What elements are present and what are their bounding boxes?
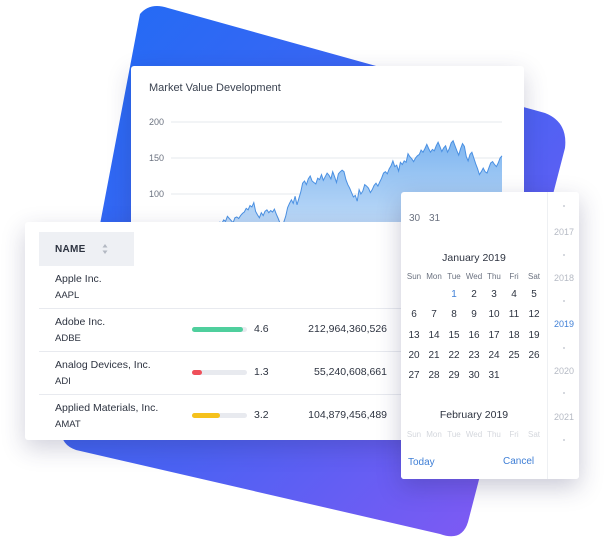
name-column-label: NAME [55,244,86,255]
calendar-day[interactable]: 13 [404,330,424,341]
calendar-day[interactable]: 31 [484,370,504,381]
calendar-day[interactable]: 7 [424,309,444,320]
weekday-label: Tue [447,272,461,281]
calendar-day[interactable]: 15 [444,330,464,341]
y-tick-label: 200 [149,117,164,127]
calendar-day[interactable]: 1 [444,289,464,300]
ticker-symbol: AAPL [55,290,80,301]
score-bar [192,370,247,375]
cancel-button[interactable]: Cancel [503,456,534,467]
weekday-label: Sun [406,272,422,281]
calendar-day[interactable]: 26 [524,350,544,361]
name-column-header[interactable]: NAME [39,232,134,266]
calendar-day[interactable]: 27 [404,370,424,381]
score-value: 4.6 [254,323,269,335]
company-name: Analog Devices, Inc. [55,359,151,371]
calendar-day[interactable]: 10 [484,309,504,320]
year-separator-dot [563,300,565,302]
calendar-day[interactable]: 6 [404,309,424,320]
date-picker: 30 31 January 2019 February 2019 Today C… [401,192,579,479]
year-option[interactable]: 2021 [548,412,579,422]
year-picker-column[interactable]: 2017 2018 2019 2020 2021 [547,192,579,479]
year-separator-dot [563,254,565,256]
year-separator-dot [563,392,565,394]
score-bar [192,327,247,332]
ticker-symbol: ADBE [55,333,81,344]
y-tick-label: 100 [149,189,164,199]
year-separator-dot [563,347,565,349]
calendar-day[interactable]: 16 [464,330,484,341]
weekday-label: Mon [426,272,442,281]
calendar-day[interactable]: 17 [484,330,504,341]
calendar-months: 30 31 January 2019 February 2019 Today C… [401,192,547,479]
calendar-day[interactable]: 29 [444,370,464,381]
weekday-label: Sat [527,272,540,281]
table-row[interactable]: Applied Materials, Inc. AMAT 3.2 104,879,45… [25,395,420,438]
stocks-table: NAME Apple Inc. AAPL Adobe Inc. ADBE 4.6 212,… [25,222,420,440]
ticker-symbol: ADI [55,376,71,387]
weekday-label: Mon [426,430,442,439]
calendar-day[interactable]: 14 [424,330,444,341]
calendar-day[interactable]: 2 [464,289,484,300]
calendar-day[interactable]: 5 [524,289,544,300]
calendar-day[interactable]: 25 [504,350,524,361]
calendar-day[interactable]: 28 [424,370,444,381]
score-bar-fill [192,327,243,332]
company-name: Applied Materials, Inc. [55,402,159,414]
calendar-day[interactable]: 19 [524,330,544,341]
table-row[interactable]: Analog Devices, Inc. ADI 1.3 55,240,608,661 [25,352,420,395]
weekday-label: Thu [487,430,501,439]
calendar-day[interactable]: 4 [504,289,524,300]
calendar-day[interactable]: 8 [444,309,464,320]
year-separator-dot [563,205,565,207]
weekday-label: Tue [447,430,461,439]
date-picker-footer: Today Cancel [401,449,547,479]
score-value: 1.3 [254,366,269,378]
calendar-day[interactable]: 30 [409,213,420,224]
weekday-label: Fri [509,272,519,281]
market-value: 104,879,456,489 [308,409,387,421]
weekday-label: Wed [465,430,483,439]
y-tick-label: 150 [149,153,164,163]
year-option[interactable]: 2019 [548,319,579,329]
ticker-symbol: AMAT [55,419,81,430]
calendar-day[interactable]: 22 [444,350,464,361]
calendar-day[interactable]: 20 [404,350,424,361]
score-bar-fill [192,413,220,418]
weekday-label: Wed [465,272,483,281]
year-separator-dot [563,439,565,441]
weekday-label: Fri [509,430,519,439]
table-row[interactable]: Apple Inc. AAPL [25,266,420,309]
company-name: Adobe Inc. [55,316,106,328]
market-value: 212,964,360,526 [308,323,387,335]
calendar-day[interactable]: 11 [504,309,524,320]
weekday-label: Sat [527,430,540,439]
calendar-day[interactable]: 21 [424,350,444,361]
weekday-label: Sun [406,430,422,439]
score-value: 3.2 [254,409,269,421]
score-bar [192,413,247,418]
calendar-day[interactable]: 9 [464,309,484,320]
company-name: Apple Inc. [55,273,102,285]
month-title-february: February 2019 [439,409,509,421]
calendar-day[interactable]: 3 [484,289,504,300]
today-button[interactable]: Today [408,457,435,468]
calendar-day[interactable]: 31 [429,213,440,224]
year-option[interactable]: 2020 [548,366,579,376]
market-value: 55,240,608,661 [314,366,387,378]
table-header: NAME [25,232,420,266]
year-option[interactable]: 2018 [548,273,579,283]
calendar-day[interactable]: 12 [524,309,544,320]
month-title-january: January 2019 [442,252,506,264]
weekday-label: Thu [487,272,501,281]
score-bar-fill [192,370,202,375]
calendar-day[interactable]: 18 [504,330,524,341]
calendar-day[interactable]: 30 [464,370,484,381]
sort-icon[interactable] [102,243,108,255]
year-option[interactable]: 2017 [548,227,579,237]
calendar-day[interactable]: 24 [484,350,504,361]
table-row[interactable]: Adobe Inc. ADBE 4.6 212,964,360,526 [25,309,420,352]
calendar-day[interactable]: 23 [464,350,484,361]
